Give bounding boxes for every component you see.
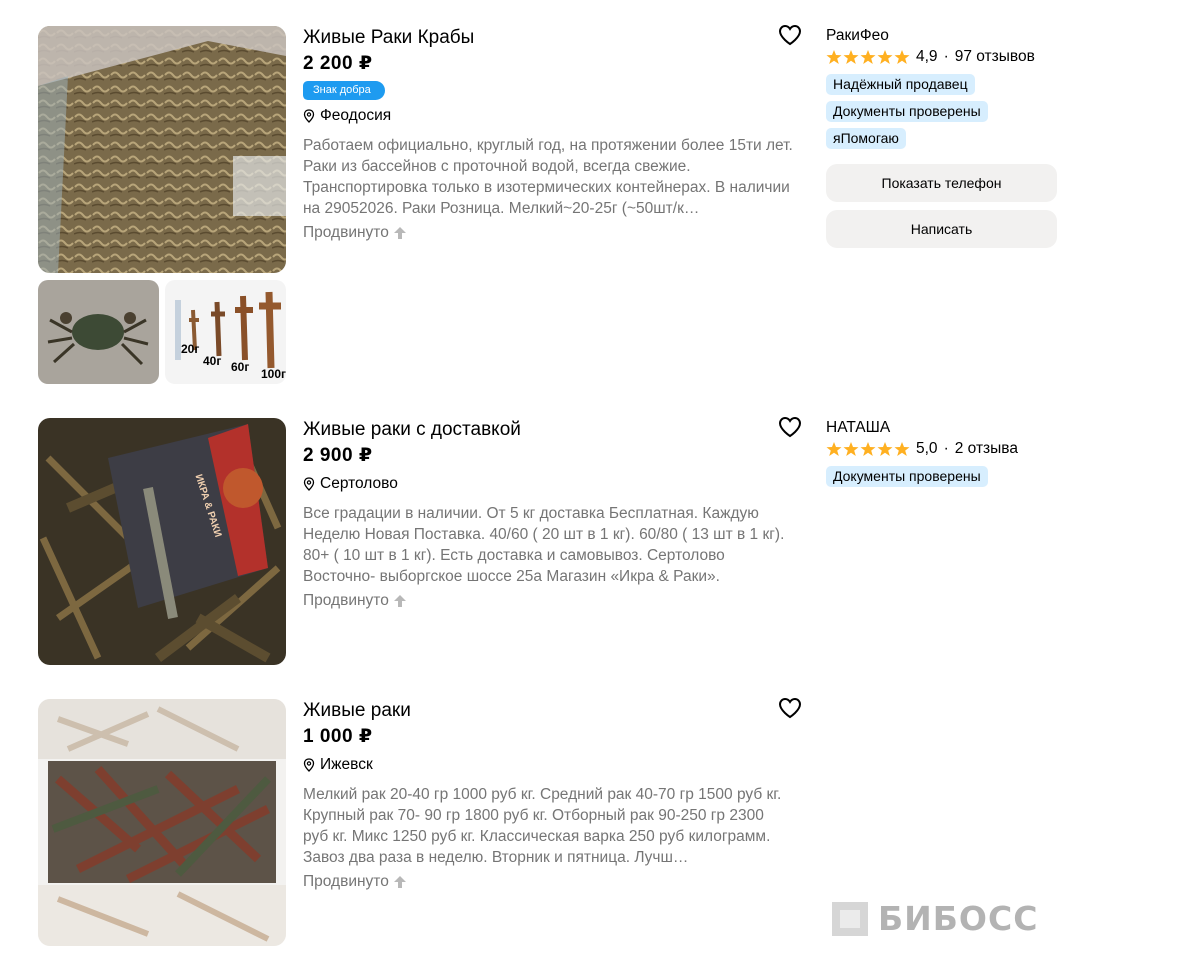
promoted-text: Продвинуто bbox=[303, 873, 389, 890]
seller-panel: НАТАША 5,0 · 2 отзыва Документы проверены bbox=[826, 418, 1058, 487]
favorite-heart-icon[interactable] bbox=[778, 24, 802, 46]
listing-photo-main[interactable]: ИКРА & РАКИ bbox=[38, 418, 286, 665]
watermark: БИБОСС bbox=[832, 899, 1038, 938]
reviews-count: 97 отзывов bbox=[954, 48, 1035, 65]
size-label-20: 20г bbox=[181, 342, 200, 356]
promoted-arrow-icon bbox=[393, 227, 406, 239]
location-text: Ижевск bbox=[320, 756, 373, 773]
listing-description: Все градации в наличии. От 5 кг доставка… bbox=[303, 505, 785, 585]
show-phone-button[interactable]: Показать телефон bbox=[826, 164, 1057, 202]
size-label-100: 100г bbox=[261, 367, 286, 381]
seller-name[interactable]: РакиФео bbox=[826, 26, 1058, 46]
star-icon bbox=[843, 50, 859, 64]
promoted-label: Продвинуто bbox=[303, 871, 803, 893]
star-icon bbox=[826, 50, 842, 64]
seller-name[interactable]: НАТАША bbox=[826, 418, 1058, 438]
listing-info: Живые Раки Крабы 2 200 ₽ Знак добра Феод… bbox=[303, 26, 803, 244]
seller-rating[interactable]: 5,0 · 2 отзыва bbox=[826, 438, 1058, 460]
listing-price: 2 900 ₽ bbox=[303, 445, 373, 466]
star-icon bbox=[860, 50, 876, 64]
photo-gallery: ИКРА & РАКИ bbox=[38, 418, 286, 665]
star-icon bbox=[877, 50, 893, 64]
rating-stars bbox=[826, 441, 910, 457]
star-icon bbox=[894, 442, 910, 456]
listing-info: Живые раки с доставкой 2 900 ₽ Сертолово… bbox=[303, 418, 803, 612]
favorite-heart-icon[interactable] bbox=[778, 697, 802, 719]
listing-title[interactable]: Живые Раки Крабы bbox=[303, 26, 803, 50]
rating-stars bbox=[826, 49, 910, 65]
listing-title[interactable]: Живые раки bbox=[303, 699, 803, 723]
photo-gallery bbox=[38, 699, 286, 946]
photo-gallery: 20г 40г 60г 100г bbox=[38, 26, 286, 384]
watermark-logo-icon bbox=[832, 901, 868, 936]
reviews-count: 2 отзыва bbox=[954, 440, 1018, 457]
star-icon bbox=[877, 442, 893, 456]
star-icon bbox=[843, 442, 859, 456]
listing-photo-sizes[interactable]: 20г 40г 60г 100г bbox=[165, 280, 286, 384]
watermark-text: БИБОСС bbox=[878, 899, 1039, 938]
listing-photo-main[interactable] bbox=[38, 26, 286, 273]
tag-documents-verified: Документы проверены bbox=[826, 466, 988, 487]
rating-separator: · bbox=[943, 48, 949, 65]
rating-separator: · bbox=[943, 440, 949, 457]
seller-panel: РакиФео 4,9 · 97 отзывов Надёжный продавец… bbox=[826, 26, 1058, 248]
star-icon bbox=[894, 50, 910, 64]
favorite-heart-icon[interactable] bbox=[778, 416, 802, 438]
location-text: Сертолово bbox=[320, 475, 398, 492]
promoted-label: Продвинуто bbox=[303, 222, 803, 244]
kindness-badge: Знак добра bbox=[303, 81, 385, 100]
listing-location: Ижевск bbox=[303, 754, 803, 776]
size-label-40: 40г bbox=[203, 354, 222, 368]
rating-value: 4,9 bbox=[916, 48, 938, 65]
seller-tags: Документы проверены bbox=[826, 461, 1058, 487]
tag-reliable-seller: Надёжный продавец bbox=[826, 74, 975, 95]
location-pin-icon bbox=[303, 758, 315, 772]
star-icon bbox=[826, 442, 842, 456]
listing-price: 1 000 ₽ bbox=[303, 726, 373, 747]
size-label-60: 60г bbox=[231, 360, 250, 374]
promoted-label: Продвинуто bbox=[303, 590, 803, 612]
rating-value: 5,0 bbox=[916, 440, 938, 457]
tag-documents-verified: Документы проверены bbox=[826, 101, 988, 122]
write-message-button[interactable]: Написать bbox=[826, 210, 1057, 248]
promoted-arrow-icon bbox=[393, 876, 406, 888]
listing-title[interactable]: Живые раки с доставкой bbox=[303, 418, 803, 442]
listing-photo-crab[interactable] bbox=[38, 280, 159, 384]
promoted-arrow-icon bbox=[393, 595, 406, 607]
listing-photo-main[interactable] bbox=[38, 699, 286, 946]
listing-description: Мелкий рак 20-40 гр 1000 руб кг. Средний… bbox=[303, 786, 782, 866]
tag-ya-pomogayu: яПомогаю bbox=[826, 128, 906, 149]
listing-price: 2 200 ₽ bbox=[303, 53, 373, 74]
seller-tags: Надёжный продавец Документы проверены яП… bbox=[826, 69, 1058, 149]
star-icon bbox=[860, 442, 876, 456]
promoted-text: Продвинуто bbox=[303, 224, 389, 241]
promoted-text: Продвинуто bbox=[303, 592, 389, 609]
listing-location: Феодосия bbox=[303, 105, 803, 127]
listing-info: Живые раки 1 000 ₽ Ижевск Мелкий рак 20-… bbox=[303, 699, 803, 893]
seller-rating[interactable]: 4,9 · 97 отзывов bbox=[826, 46, 1058, 68]
listing-location: Сертолово bbox=[303, 473, 803, 495]
location-pin-icon bbox=[303, 477, 315, 491]
location-text: Феодосия bbox=[320, 107, 392, 124]
listing-description: Работаем официально, круглый год, на про… bbox=[303, 137, 793, 217]
location-pin-icon bbox=[303, 109, 315, 123]
